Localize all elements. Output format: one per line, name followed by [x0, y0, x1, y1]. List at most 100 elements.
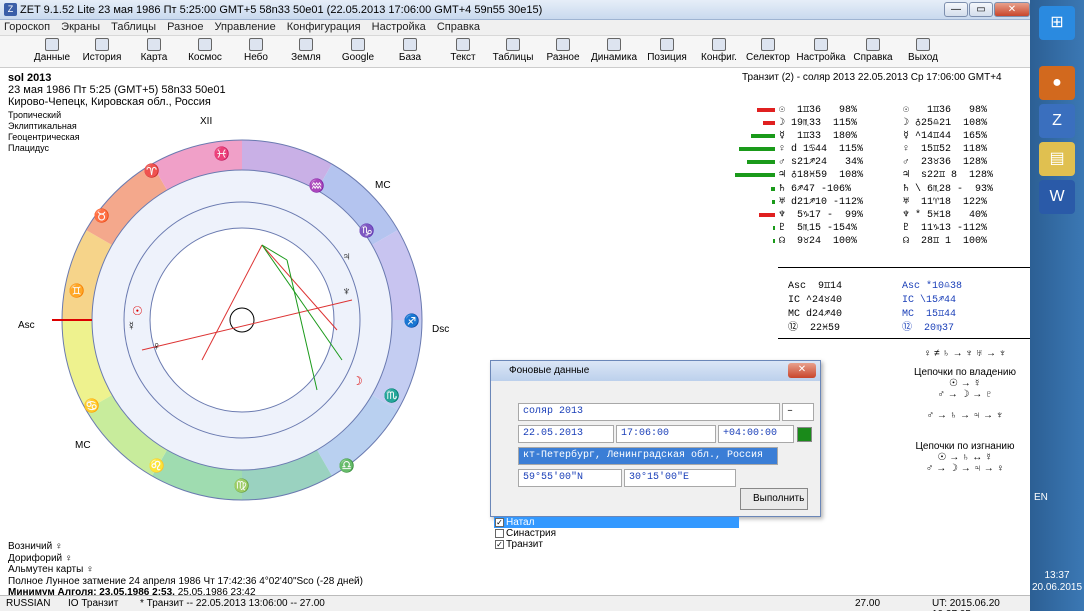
menu-tables[interactable]: Таблицы	[107, 20, 160, 34]
natal-position: ♆ 5♑17 - 99%	[779, 209, 864, 221]
toolbar-button-15[interactable]: Настройка	[793, 37, 849, 63]
svg-text:MC: MC	[375, 180, 391, 191]
latitude-field[interactable]: 59°55'00"N	[518, 469, 622, 487]
toolbar-button-8[interactable]: Текст	[435, 37, 491, 63]
svg-text:♌: ♌	[149, 458, 165, 473]
layer-item[interactable]: Синастрия	[494, 528, 739, 539]
toolbar-button-14[interactable]: Селектор	[740, 37, 796, 63]
time-field[interactable]: 17:06:00	[616, 425, 716, 443]
timezone-field[interactable]: +04:00:00	[718, 425, 794, 443]
planet-row: ☉ 1♊36 98% ☉ 1♊36 98%	[735, 104, 1030, 117]
place-field[interactable]: кт-Петербург, Ленинградская обл., Россия	[518, 447, 778, 465]
svg-text:♍: ♍	[234, 478, 250, 493]
maximize-button[interactable]: ▭	[969, 2, 993, 17]
svg-text:♑: ♑	[359, 223, 375, 238]
start-button[interactable]: ⊞	[1039, 6, 1075, 40]
horoscope-wheel[interactable]: ♓ ♒ ♑ ♐ ♏ ♎ ♍ ♌ ♋ ♊ ♉ ♈ ☉ ☿ ♀ ☽ ♃ ♆ Asc …	[10, 110, 480, 540]
svg-text:♒: ♒	[309, 178, 325, 193]
toolbar-label: Позиция	[647, 52, 687, 63]
windows-taskbar: ⊞ ● Z ▤ W EN 13:37 20.06.2015	[1030, 0, 1084, 611]
longitude-field[interactable]: 30°15'00"E	[624, 469, 736, 487]
toolbar-icon	[198, 38, 212, 51]
transit-position: ♃ s22♊ 8 128%	[903, 170, 994, 182]
svg-text:♈: ♈	[144, 163, 160, 178]
transit-position: ♄ \ 6♏28 - 93%	[903, 183, 994, 195]
toolbar-button-7[interactable]: База	[382, 37, 438, 63]
transit-cusp: ⑫ 20♍37	[902, 323, 955, 334]
execute-button[interactable]: Выполнить	[740, 488, 808, 510]
toolbar-icon	[351, 38, 365, 51]
strength-bar	[771, 186, 775, 191]
natal-cusp: ⑫ 22♓59	[788, 323, 841, 334]
toolbar-button-13[interactable]: Конфиг.	[691, 37, 747, 63]
svg-text:♏: ♏	[384, 388, 400, 403]
svg-text:♓: ♓	[214, 146, 230, 161]
layer-checkbox[interactable]: ✓	[495, 540, 504, 549]
planet-row: ♃ ♁18♓59 108% ♃ s22♊ 8 128%	[735, 169, 1030, 182]
menu-settings[interactable]: Настройка	[368, 20, 430, 34]
close-button[interactable]: ✕	[994, 2, 1030, 17]
exile-chain: ☉ → ♄ ↔ ☿	[937, 452, 993, 463]
layer-item[interactable]: ✓ Натал	[494, 517, 739, 528]
system-clock[interactable]: 13:37 20.06.2015	[1030, 570, 1084, 594]
planet-row: ♆ 5♑17 - 99% ♆ * 5♓18 40%	[735, 209, 1030, 222]
firefox-icon[interactable]: ●	[1039, 66, 1075, 100]
menu-horoscope[interactable]: Гороскоп	[0, 20, 54, 34]
doryphory: Дорифорий ♀	[8, 552, 73, 564]
toolbar-button-17[interactable]: Выход	[895, 37, 951, 63]
planet-row: ♇ 5♏15 -154% ♇ 11♑13 -112%	[735, 222, 1030, 235]
date-field[interactable]: 22.05.2013	[518, 425, 614, 443]
transit-position: ☽ ♁25♎21 108%	[903, 118, 988, 130]
natal-position: ☽ 19♏33 115%	[779, 118, 858, 130]
layer-item[interactable]: ✓ Транзит	[494, 539, 739, 550]
toolbar-button-2[interactable]: Карта	[126, 37, 182, 63]
menu-help[interactable]: Справка	[433, 20, 484, 34]
svg-text:☽: ☽	[352, 374, 363, 388]
toolbar-button-6[interactable]: Google	[330, 37, 386, 63]
toolbar-label: База	[398, 52, 422, 63]
natal-date: 23 мая 1986 Пт 5:25 (GMT+5) 58n33 50e01	[8, 84, 226, 96]
toolbar-label: Текст	[450, 52, 476, 63]
language-indicator[interactable]: EN	[1034, 492, 1048, 503]
transit-position: ♂ 23♉36 128%	[903, 157, 988, 169]
toolbar-button-3[interactable]: Космос	[177, 37, 233, 63]
toolbar-icon	[761, 38, 775, 51]
apply-tz-button[interactable]	[797, 427, 812, 442]
menu-control[interactable]: Управление	[211, 20, 280, 34]
toolbar-button-0[interactable]: Данные	[24, 37, 80, 63]
menu-configuration[interactable]: Конфигурация	[283, 20, 365, 34]
chart-name-field[interactable]: соляр 2013	[518, 403, 780, 421]
toolbar-button-10[interactable]: Разное	[535, 37, 591, 63]
status-value: 27.00	[855, 598, 881, 609]
status-language: RUSSIAN	[6, 598, 51, 609]
minimize-button[interactable]: —	[944, 2, 968, 17]
toolbar-label: Справка	[853, 52, 893, 63]
explorer-icon[interactable]: ▤	[1039, 142, 1075, 176]
menu-screens[interactable]: Экраны	[57, 20, 104, 34]
toolbar-label: Небо	[244, 52, 268, 63]
natal-position: ♂ s21♐24 34%	[779, 157, 864, 169]
transit-position: ☊ 28♊ 1 100%	[903, 235, 988, 247]
svg-text:Dsc: Dsc	[432, 324, 449, 335]
menu-misc[interactable]: Разное	[163, 20, 207, 34]
toolbar-button-11[interactable]: Динамика	[586, 37, 642, 63]
app-icon: Z	[4, 3, 17, 16]
layer-checkbox[interactable]	[495, 529, 504, 538]
toolbar-button-5[interactable]: Земля	[278, 37, 334, 63]
layer-checkbox[interactable]: ✓	[495, 518, 504, 527]
toolbar-button-12[interactable]: Позиция	[639, 37, 695, 63]
zet-app-icon[interactable]: Z	[1039, 104, 1075, 138]
strength-bar	[773, 238, 775, 243]
toolbar-button-4[interactable]: Небо	[228, 37, 284, 63]
toolbar-icon	[814, 38, 828, 51]
toolbar-button-9[interactable]: Таблицы	[485, 37, 541, 63]
toolbar: Данные История Карта Космос Небо Земля Google Б…	[0, 36, 1030, 68]
natal-position: ♄ 6♐47 -106%	[779, 183, 852, 195]
word-icon[interactable]: W	[1039, 180, 1075, 214]
toolbar-button-1[interactable]: История	[74, 37, 130, 63]
dialog-close-button[interactable]: ✕	[788, 363, 816, 378]
toolbar-icon	[506, 38, 520, 51]
toolbar-label: Карта	[140, 52, 168, 63]
toolbar-button-16[interactable]: Справка	[845, 37, 901, 63]
name-dropdown[interactable]: –	[782, 403, 814, 421]
